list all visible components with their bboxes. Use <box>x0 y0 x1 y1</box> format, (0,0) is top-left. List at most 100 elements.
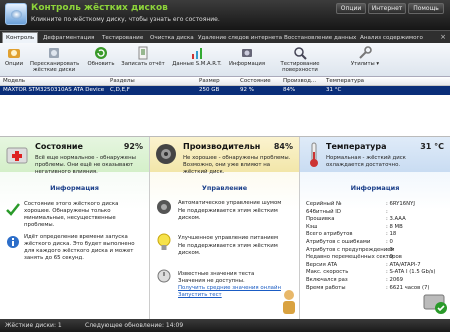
column-size[interactable]: Размер <box>199 78 220 84</box>
disk-count: Жёсткие диски: 1 <box>5 322 62 329</box>
info-row: Серийный № : 6RY16NYJ <box>306 201 446 208</box>
surface-test-tool-button[interactable]: Тестирование поверхности <box>270 46 330 73</box>
app-title: Контроль жёстких дисков <box>31 3 168 13</box>
status-description: Всё еще нормальное - обнаружены проблемы… <box>35 155 136 175</box>
get-online-values-link[interactable]: Получить средние значения онлайн <box>178 285 296 292</box>
test-values-label: Известные значения теста <box>178 271 255 277</box>
info-value: : S-ATA I (1.5 Gb/s) <box>386 269 436 276</box>
lightbulb-icon <box>157 233 171 250</box>
column-model[interactable]: Модель <box>3 78 25 84</box>
app-logo-icon <box>5 3 27 25</box>
options-tool-button[interactable]: Опции <box>3 46 25 67</box>
options-icon <box>8 49 20 58</box>
speaker-small-icon <box>157 200 171 214</box>
status-value: 92% <box>123 142 143 151</box>
disk-table: Модель Разделы Размер Состояние Производ… <box>0 77 450 137</box>
column-partitions[interactable]: Разделы <box>110 78 135 84</box>
thermometer-icon <box>310 142 318 167</box>
info-value: : 0 <box>386 239 393 245</box>
chevron-down-icon: ▾ <box>374 61 380 67</box>
temperature-panel: Температура 31 °C Нормальная - жёсткий д… <box>300 137 450 319</box>
info-row: Кэш : 8 MB <box>306 224 446 231</box>
checkmark-icon <box>6 203 20 216</box>
info-row: Недавно перемещённых секторов: 0 <box>306 254 446 261</box>
info-value: : 2069 <box>386 277 403 283</box>
table-header: Модель Разделы Размер Состояние Производ… <box>0 77 450 86</box>
info-value: : 0 <box>386 246 393 253</box>
info-key: Атрибутов с ошибками <box>306 239 371 245</box>
refresh-tool-button[interactable]: Обновить <box>84 46 118 67</box>
info-row: Макс. скорость : S-ATA I (1.5 Gb/s) <box>306 269 446 276</box>
speaker-icon <box>156 144 176 164</box>
info-key: Атрибутов с предупреждением <box>306 246 395 253</box>
info-value: : 8 MB <box>386 223 403 230</box>
info-key: Всего атрибутов <box>306 231 353 238</box>
smart-data-tool-button[interactable]: Данные S.M.A.R.T. <box>172 46 222 67</box>
app-subtitle: Кликните по жёсткому диску, чтобы узнать… <box>31 16 220 23</box>
run-test-link[interactable]: Запустить тест <box>178 292 296 299</box>
report-tool-button[interactable]: Записать отчёт <box>120 46 166 67</box>
info-key: Макс. скорость <box>306 269 349 276</box>
column-status[interactable]: Состояние <box>240 78 271 84</box>
disk-check-icon <box>423 294 447 314</box>
options-title-button[interactable]: Опции <box>336 3 366 14</box>
tab-bar: Контроль Дефрагментация Тестирование Очи… <box>0 30 450 44</box>
status-info-text-2: Идёт определение времени запуска жёстког… <box>24 234 135 261</box>
utilities-icon <box>359 46 372 59</box>
status-panel: Состояние 92% Всё еще нормальное - обнар… <box>0 137 150 319</box>
performance-value: 84% <box>273 142 293 151</box>
temperature-panel-header: Температура 31 °C Нормальная - жёсткий д… <box>300 137 450 172</box>
column-temperature[interactable]: Температура <box>326 78 364 84</box>
stopwatch-icon <box>157 269 171 283</box>
power-management-label: Улучшенное управление питанием <box>178 235 279 241</box>
info-circle-icon <box>7 236 19 248</box>
help-title-button[interactable]: Помощь <box>408 3 444 14</box>
info-value: : ATA/ATAPI-7 <box>386 261 421 268</box>
status-title: Состояние <box>35 142 83 151</box>
info-tool-button[interactable]: Информация <box>228 46 266 67</box>
info-value: : <box>386 208 388 215</box>
performance-panel: Производительн 84% Не хорошее - обнаруже… <box>150 137 300 319</box>
info-row: Всего атрибутов: 18 <box>306 231 446 238</box>
info-value: : 0 <box>386 254 393 261</box>
info-key: Версия ATA <box>306 261 338 268</box>
column-performance[interactable]: Производ... <box>283 78 316 84</box>
info-icon <box>242 49 252 57</box>
utilities-tool-button[interactable]: Утилиты ▾ <box>346 46 384 67</box>
temperature-description: Нормальная - жёсткий диск охлаждается до… <box>326 155 406 168</box>
status-panel-header: Состояние 92% Всё еще нормальное - обнар… <box>0 137 149 175</box>
temperature-title: Температура <box>326 142 387 151</box>
info-key: Включался раз <box>306 277 348 283</box>
info-key: Серийный № <box>306 201 342 207</box>
info-row: Атрибутов с предупреждением: 0 <box>306 247 446 254</box>
internet-title-button[interactable]: Интернет <box>368 3 406 14</box>
info-row: 64битный ID: <box>306 209 446 216</box>
user-figure-icon <box>283 290 295 314</box>
status-bar: Жёсткие диски: 1 Следующее обновление: 1… <box>0 319 450 332</box>
performance-panel-header: Производительн 84% Не хорошее - обнаруже… <box>150 137 299 175</box>
temperature-section-title: Информация <box>350 184 400 192</box>
test-values-value: Значения не доступны. <box>178 278 245 284</box>
info-row: Включался раз : 2069 <box>306 277 446 284</box>
power-management-value: Не поддерживается этим жёстким диском. <box>178 243 278 256</box>
status-info-text-1: Состояние этого жёсткого диска хорошее. … <box>24 201 119 228</box>
info-row: Версия ATA : ATA/ATAPI-7 <box>306 262 446 269</box>
status-section-title: Информация <box>50 184 99 192</box>
noise-management-value: Не поддерживается этим жёстким диском. <box>178 208 278 221</box>
info-key: Время работы <box>306 284 346 291</box>
title-bar: Контроль жёстких дисков Кликните по жёст… <box>0 0 450 30</box>
performance-description: Не хорошее - обнаружены проблемы. Возмож… <box>183 155 291 175</box>
temperature-value: 31 °C <box>420 142 444 151</box>
close-icon[interactable]: × <box>439 33 447 41</box>
info-row: Атрибутов с ошибками : 0 <box>306 239 446 246</box>
info-value: : 6RY16NYJ <box>386 201 415 207</box>
info-key: Кэш <box>306 223 318 230</box>
surface-test-icon <box>294 47 307 60</box>
smart-data-icon <box>192 48 202 59</box>
noise-management-label: Автоматическое управление шумом <box>178 200 282 206</box>
first-aid-icon <box>6 147 28 164</box>
table-row[interactable]: MAXTOR STM3250310AS ATA Device C,D,E,F 2… <box>0 86 450 95</box>
info-value: : 3.AAA <box>386 216 406 223</box>
report-icon <box>138 46 148 60</box>
rescan-tool-button[interactable]: Пересканировать жёсткие диски <box>30 46 79 73</box>
